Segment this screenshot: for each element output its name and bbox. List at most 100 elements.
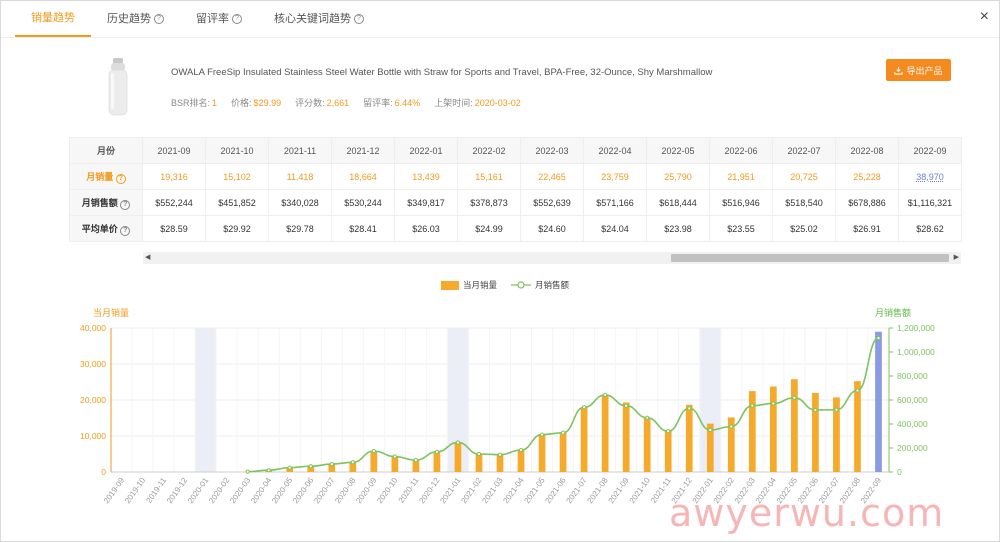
sales-bar <box>433 451 441 472</box>
month-header: 2021-09 <box>142 137 206 164</box>
table-row-avg-price: 平均单价 ? $28.59 $29.92 $29.78 $28.41 $26.0… <box>69 215 962 242</box>
revenue-point <box>771 401 776 406</box>
table-cell: $678,886 <box>835 189 899 216</box>
table-cell: $23.55 <box>709 215 773 242</box>
table-cell: 23,759 <box>583 163 647 190</box>
sales-bar <box>559 432 567 472</box>
table-cell: 15,161 <box>457 163 521 190</box>
meta-bsr: BSR排名: 1 <box>171 96 217 109</box>
right-tick-label: 1,200,000 <box>897 323 935 333</box>
scroll-left-arrow-icon[interactable]: ◀ <box>145 254 150 262</box>
month-header: 2022-06 <box>709 137 773 164</box>
product-meta: BSR排名: 1 价格: $29.99 评分数: 2,661 留评率: 6.44% 上架… <box>171 96 535 109</box>
scroll-right-arrow-icon[interactable]: ▶ <box>954 254 959 262</box>
right-tick-label: 200,000 <box>897 443 928 453</box>
left-tick-label: 30,000 <box>80 359 106 369</box>
scroll-thumb[interactable] <box>671 254 949 262</box>
revenue-point <box>245 469 250 474</box>
dialog-frame: 销量趋势 历史趋势? 留评率? 核心关键词趋势? × OWALA FreeSip… <box>0 0 1000 542</box>
sales-bar <box>517 450 525 472</box>
month-header: 2022-09 <box>898 137 962 164</box>
month-header: 2021-11 <box>268 137 332 164</box>
revenue-point <box>708 427 713 433</box>
table-row-sales: 月销量 ? 19,316 15,102 11,418 18,664 13,439… <box>69 163 962 190</box>
revenue-point <box>750 403 755 408</box>
table-cell: $349,817 <box>394 189 458 216</box>
table-cell: $25.02 <box>772 215 836 242</box>
help-icon[interactable]: ? <box>120 199 131 210</box>
sales-bar <box>538 434 546 472</box>
table-cell: 19,316 <box>142 163 206 190</box>
tab-keyword-trend[interactable]: 核心关键词趋势? <box>258 1 380 37</box>
month-header: 2021-12 <box>331 137 395 164</box>
sales-bar <box>664 430 672 472</box>
tab-label: 留评率 <box>196 13 229 25</box>
table-cell: 25,790 <box>646 163 710 190</box>
product-title[interactable]: OWALA FreeSip Insulated Stainless Steel … <box>171 67 712 78</box>
tab-label: 历史趋势 <box>107 13 151 25</box>
tab-history-trend[interactable]: 历史趋势? <box>91 1 180 37</box>
table-cell: $28.41 <box>331 215 395 242</box>
tab-review-rate[interactable]: 留评率? <box>180 1 258 37</box>
help-icon[interactable]: ? <box>354 14 364 24</box>
x-tick-label: 2020-10 <box>375 476 400 506</box>
revenue-point <box>666 429 671 434</box>
table-cell: 21,951 <box>709 163 773 190</box>
row-label-text: 月销售额 <box>81 197 118 208</box>
tab-label: 核心关键词趋势 <box>274 13 351 25</box>
revenue-point <box>392 454 397 459</box>
month-header: 2021-10 <box>205 137 269 164</box>
table-cell: $530,244 <box>331 189 395 216</box>
close-icon[interactable]: × <box>980 8 989 26</box>
month-header: 2022-01 <box>394 137 458 164</box>
revenue-point <box>371 449 376 454</box>
table-cell: $24.04 <box>583 215 647 242</box>
revenue-point <box>813 407 818 413</box>
table-cell: $26.03 <box>394 215 458 242</box>
left-tick-label: 20,000 <box>80 395 106 405</box>
revenue-point <box>476 451 482 457</box>
month-header: 2022-08 <box>835 137 899 164</box>
right-tick-label: 800,000 <box>897 371 928 381</box>
right-tick-label: 0 <box>897 467 902 477</box>
export-product-button[interactable]: 导出产品 <box>886 59 951 81</box>
month-header: 2022-03 <box>520 137 584 164</box>
revenue-point <box>329 461 334 467</box>
revenue-point <box>350 460 355 465</box>
meta-label: 价格: <box>231 98 252 108</box>
table-cell: 20,725 <box>772 163 836 190</box>
table-cell: $29.78 <box>268 215 332 242</box>
revenue-point <box>560 430 566 435</box>
revenue-point <box>287 465 292 470</box>
meta-label: 上架时间: <box>434 98 473 108</box>
help-icon[interactable]: ? <box>232 14 242 24</box>
meta-value: 6.44% <box>394 98 421 108</box>
watermark: awyerwu.com <box>669 491 945 535</box>
help-icon[interactable]: ? <box>120 225 131 236</box>
table-cell: $571,166 <box>583 189 647 216</box>
table-cell-link[interactable]: 38,970 <box>898 163 962 190</box>
product-image <box>108 58 128 116</box>
sales-bar <box>643 417 651 472</box>
sales-bar <box>370 451 378 472</box>
row-label: 月销售额 ? <box>69 189 143 216</box>
help-icon[interactable]: ? <box>154 14 164 24</box>
meta-ratings: 评分数: 2,661 <box>295 96 349 109</box>
meta-price: 价格: $29.99 <box>231 96 281 109</box>
table-cell: $518,540 <box>772 189 836 216</box>
table-cell: 25,228 <box>835 163 899 190</box>
table-cell: 15,102 <box>205 163 269 190</box>
table-cell: $516,946 <box>709 189 773 216</box>
left-tick-label: 0 <box>101 467 106 477</box>
sales-bar <box>748 391 756 472</box>
table-horizontal-scrollbar[interactable]: ◀ ▶ <box>143 252 961 264</box>
meta-value: 2020-03-02 <box>474 98 521 108</box>
download-icon <box>894 66 904 75</box>
tab-divider <box>1 37 999 38</box>
revenue-point <box>308 464 313 469</box>
sales-bar <box>769 386 777 472</box>
help-icon[interactable]: ? <box>115 173 126 184</box>
sales-bar <box>791 379 798 472</box>
tab-sales-trend[interactable]: 销量趋势 <box>15 1 91 37</box>
sales-bar <box>854 381 861 472</box>
